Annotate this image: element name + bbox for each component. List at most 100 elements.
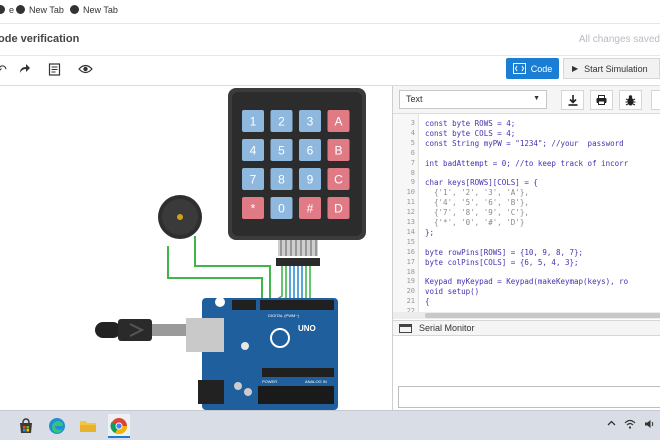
code-line: }; (425, 227, 435, 237)
board-silkscreen-label: POWER (262, 379, 277, 384)
keypad-key[interactable]: 6 (299, 139, 321, 161)
keypad-key-label: 4 (250, 144, 257, 158)
undo-icon[interactable]: ↶ (0, 63, 7, 77)
code-line: {'7', '8', '9', 'C'}, (425, 208, 529, 218)
board-silkscreen-label: DIGITAL (PWM~) (268, 313, 300, 318)
line-number: 20 (406, 287, 415, 296)
code-button[interactable]: Code (506, 58, 559, 79)
keypad-key[interactable]: 0 (270, 197, 293, 219)
globe-icon (70, 5, 79, 14)
line-number: 13 (406, 218, 415, 226)
line-number: 14 (406, 227, 415, 236)
line-number: 17 (406, 257, 415, 266)
keypad-key[interactable]: 2 (270, 110, 293, 132)
keypad-key-label: # (307, 202, 314, 216)
arduino-uno-board[interactable]: UNO DIGITAL (PWM~) POWER ANALOG IN (186, 297, 338, 410)
editor-toolbar: ↶ (0, 56, 660, 86)
code-panel-header: Text ▼ (393, 86, 660, 114)
chevron-up-icon[interactable] (607, 419, 616, 431)
keypad-key[interactable]: C (327, 168, 350, 190)
scrollbar-thumb[interactable] (425, 313, 660, 318)
line-number: 8 (410, 168, 415, 177)
keypad-key[interactable]: 8 (270, 168, 293, 190)
project-title[interactable]: ode verification (0, 33, 79, 45)
line-number: 19 (406, 277, 415, 286)
line-number: 21 (406, 297, 415, 306)
usb-cable (95, 319, 186, 341)
keypad-key[interactable]: 1 (242, 110, 264, 132)
code-editor[interactable]: 3 4 5 6 7 8 9 10 11 12 13 14 15 16 17 18 19 20 21 22 const … (393, 114, 660, 314)
bug-icon (625, 94, 636, 105)
keypad-key[interactable]: 9 (299, 168, 321, 190)
circuit-canvas[interactable]: 1 2 3 A 4 5 6 B 7 8 9 C * 0 # D UNO DIGI… (0, 86, 392, 410)
eye-icon[interactable] (78, 63, 93, 78)
code-line: byte colPins[COLS] = {6, 5, 4, 3}; (425, 257, 579, 267)
keypad-key-label: B (334, 144, 342, 158)
store-icon[interactable] (17, 417, 35, 435)
line-number: 9 (410, 178, 415, 187)
horizontal-scrollbar[interactable] (393, 312, 660, 319)
code-line: void setup() (425, 287, 480, 297)
chevron-down-icon: ▼ (533, 95, 540, 102)
download-button[interactable] (561, 90, 584, 110)
file-explorer-icon[interactable] (79, 417, 97, 435)
keypad-key-label: 6 (307, 144, 314, 158)
bookmark-item[interactable]: New Tab (16, 5, 64, 15)
keypad-key-label: 7 (250, 173, 257, 187)
keypad-key-label: 5 (278, 144, 285, 158)
serial-input[interactable] (398, 386, 660, 408)
keypad-key[interactable]: * (242, 197, 264, 219)
bookmark-item[interactable]: e (0, 5, 14, 15)
code-line: const byte ROWS = 4; (425, 119, 516, 128)
redo-icon[interactable] (18, 63, 30, 78)
line-number-gutter: 3 4 5 6 7 8 9 10 11 12 13 14 15 16 17 18 19 20 21 22 (393, 114, 419, 314)
wifi-icon[interactable] (624, 419, 636, 432)
start-simulation-button[interactable]: ▶ Start Simulation (563, 58, 660, 79)
line-number: 15 (406, 237, 415, 246)
printer-icon (596, 95, 607, 105)
code-line: int badAttempt = 0; //to keep track of i… (425, 158, 629, 168)
globe-icon (16, 5, 25, 14)
save-status: All changes saved (578, 34, 660, 45)
keypad-key-label: C (334, 173, 343, 187)
code-line: {'1', '2', '3', 'A'}, (425, 188, 529, 198)
download-icon (568, 94, 577, 106)
keypad-key[interactable]: B (327, 139, 350, 161)
debugger-button[interactable] (619, 90, 642, 110)
code-line: {'4', '5', '6', 'B'}, (425, 198, 529, 208)
edge-icon[interactable] (48, 417, 66, 435)
notes-icon[interactable] (48, 63, 61, 79)
keypad-key[interactable]: 3 (299, 110, 321, 132)
keypad-key[interactable]: 7 (242, 168, 264, 190)
globe-icon (0, 5, 5, 14)
keypad-key[interactable]: 4 (242, 139, 264, 161)
taskbar (0, 410, 660, 440)
line-number: 12 (406, 208, 415, 217)
keypad-key[interactable]: A (327, 110, 350, 132)
keypad-key[interactable]: # (299, 197, 321, 219)
bookmark-item[interactable]: New Tab (70, 5, 118, 15)
piezo-buzzer[interactable] (158, 195, 202, 239)
keypad-key-label: 2 (278, 115, 285, 129)
code-line: Keypad myKeypad = Keypad(makeKeymap(keys… (425, 277, 629, 287)
serial-monitor-bar[interactable]: Serial Monitor (393, 320, 660, 336)
code-line: byte rowPins[ROWS] = {10, 9, 8, 7}; (425, 247, 584, 257)
keypad-key[interactable]: 5 (270, 139, 293, 161)
board-silkscreen-label: ANALOG IN (305, 379, 327, 384)
circuit-drawing: 1 2 3 A4 5 6 B7 8 9 C* 0 # D UNO DIGITAL… (95, 88, 366, 410)
upload-button[interactable] (590, 90, 613, 110)
line-number: 5 (410, 138, 415, 147)
keypad-key[interactable]: D (327, 197, 350, 219)
keypad-key-label: * (251, 202, 256, 216)
code-mode-select[interactable]: Text ▼ (399, 90, 547, 109)
more-button[interactable] (651, 90, 660, 110)
code-panel: Text ▼ 3 4 5 6 7 8 9 10 11 12 13 14 15 16 17 18 19 20 21 22… (392, 86, 660, 410)
line-number: 16 (406, 247, 415, 256)
speaker-icon[interactable] (644, 419, 656, 432)
keypad-key-label: D (334, 202, 343, 216)
code-line: const String myPW = "1234"; //your passw… (425, 138, 624, 148)
line-number: 18 (406, 267, 415, 276)
chrome-taskbar-item[interactable] (108, 414, 130, 438)
monitor-icon (399, 324, 412, 333)
line-number: 6 (410, 148, 415, 157)
